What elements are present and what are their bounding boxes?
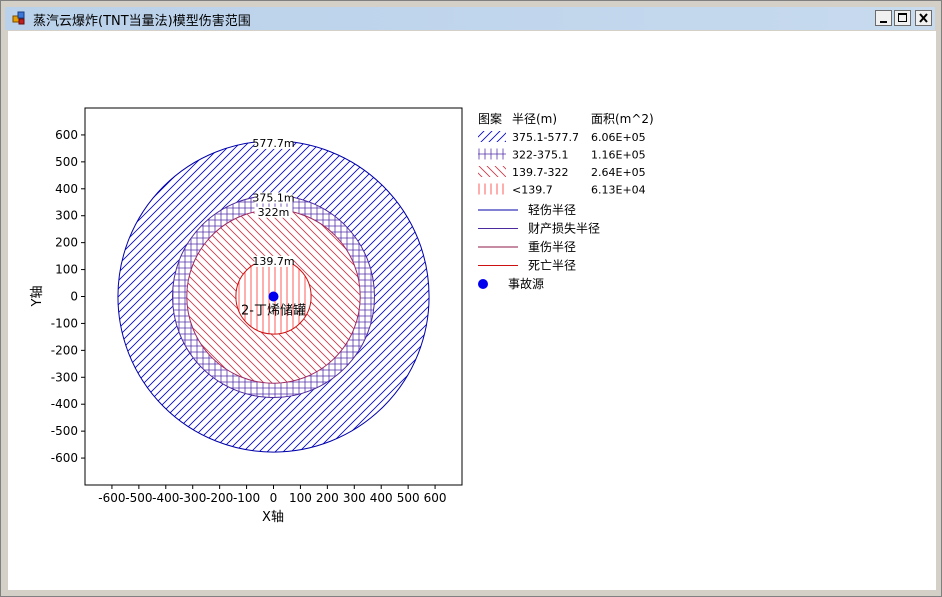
legend-pattern-swatch — [478, 166, 506, 177]
accident-source-label: 2-丁烯储罐 — [241, 304, 306, 319]
legend-header: 半径(m) — [512, 112, 557, 126]
y-axis-label: Y轴 — [30, 286, 45, 308]
legend-radius-range: 322-375.1 — [512, 149, 568, 162]
legend-pattern-swatch — [478, 183, 506, 195]
legend-area-value: 6.13E+04 — [591, 184, 646, 197]
maximize-button[interactable] — [894, 10, 911, 26]
damage-range-chart: 577.7m375.1m322m139.7m 2-丁烯储罐 -600 -500 -4… — [30, 107, 654, 525]
y-tick-label: 500 — [55, 155, 78, 169]
y-tick-label: 0 — [70, 290, 78, 304]
x-tick-label: -300 — [179, 491, 206, 505]
close-button[interactable] — [915, 10, 932, 26]
legend-radius-range: 139.7-322 — [512, 166, 568, 179]
legend-line-label: 重伤半径 — [528, 240, 576, 254]
x-tick-label: 0 — [270, 491, 278, 505]
legend-header: 图案 — [478, 111, 502, 126]
app-icon — [12, 11, 25, 25]
x-tick-label: -400 — [152, 491, 179, 505]
y-tick-label: 600 — [55, 128, 78, 142]
accident-source-marker — [268, 291, 279, 302]
zone-radius-label: 375.1m — [252, 191, 294, 204]
zone-radius-label: 322m — [258, 206, 290, 219]
legend-area-value: 2.64E+05 — [591, 166, 646, 179]
app-window: 蒸汽云爆炸(TNT当量法)模型伤害范围 577.7m 375.1m 322m 1… — [0, 0, 942, 597]
y-tick-label: 100 — [55, 263, 78, 277]
legend-area-value: 6.06E+05 — [591, 131, 646, 144]
x-tick-label: 600 — [424, 491, 447, 505]
y-tick-label: -100 — [51, 316, 78, 330]
zone-radius-label: 577.7m — [252, 137, 294, 150]
y-tick-label: -600 — [51, 451, 78, 465]
x-tick-label: -500 — [125, 491, 152, 505]
legend-marker-label: 事故源 — [508, 276, 544, 291]
window-title: 蒸汽云爆炸(TNT当量法)模型伤害范围 — [33, 14, 251, 29]
y-tick-label: -400 — [51, 397, 78, 411]
minimize-icon — [880, 21, 887, 23]
x-tick-label: 400 — [370, 491, 393, 505]
y-tick-label: -200 — [51, 343, 78, 357]
x-tick-label: 500 — [397, 491, 420, 505]
y-tick-label: 300 — [55, 209, 78, 223]
minimize-button[interactable] — [875, 10, 892, 26]
x-axis-label: X轴 — [262, 510, 284, 525]
legend-radius-range: 375.1-577.7 — [512, 131, 579, 144]
maximize-icon — [898, 13, 907, 22]
y-tick-label: 400 — [55, 182, 78, 196]
title-bar[interactable]: 蒸汽云爆炸(TNT当量法)模型伤害范围 — [5, 7, 935, 30]
client-area: 577.7m 375.1m 322m 139.7m 2-丁烯储罐 -600 -500 -4… — [8, 31, 936, 590]
zone-radius-label: 139.7m — [252, 255, 294, 268]
y-tick-label: -500 — [51, 424, 78, 438]
legend-header: 面积(m^2) — [591, 112, 654, 126]
legend-radius-range: <139.7 — [512, 184, 553, 197]
legend-area-value: 1.16E+05 — [591, 149, 646, 162]
legend-marker-swatch — [478, 279, 488, 289]
y-axis-ticks: 600 500 400 300 200 100 0 -100 -200 -300 -400 -500 -… — [51, 128, 85, 465]
legend-line-label: 轻伤半径 — [528, 203, 576, 217]
x-tick-label: 100 — [289, 491, 312, 505]
y-tick-label: 200 — [55, 236, 78, 250]
x-tick-label: 200 — [316, 491, 339, 505]
x-tick-label: -600 — [98, 491, 125, 505]
legend-pattern-swatch — [478, 148, 506, 160]
x-tick-label: -100 — [233, 491, 260, 505]
x-tick-label: -200 — [206, 491, 233, 505]
x-axis-ticks: -600 -500 -400 -300 -200 -100 0 100 200 300 400 500… — [98, 485, 447, 505]
legend: 图案 半径(m) 面积(m^2) 375.1-577.7 6.06E+05 322-375… — [478, 111, 654, 291]
close-icon — [919, 13, 928, 23]
legend-line-label: 死亡半径 — [528, 259, 576, 273]
x-tick-label: 300 — [343, 491, 366, 505]
legend-line-label: 财产损失半径 — [528, 221, 600, 236]
y-tick-label: -300 — [51, 370, 78, 384]
legend-pattern-swatch — [478, 131, 506, 142]
